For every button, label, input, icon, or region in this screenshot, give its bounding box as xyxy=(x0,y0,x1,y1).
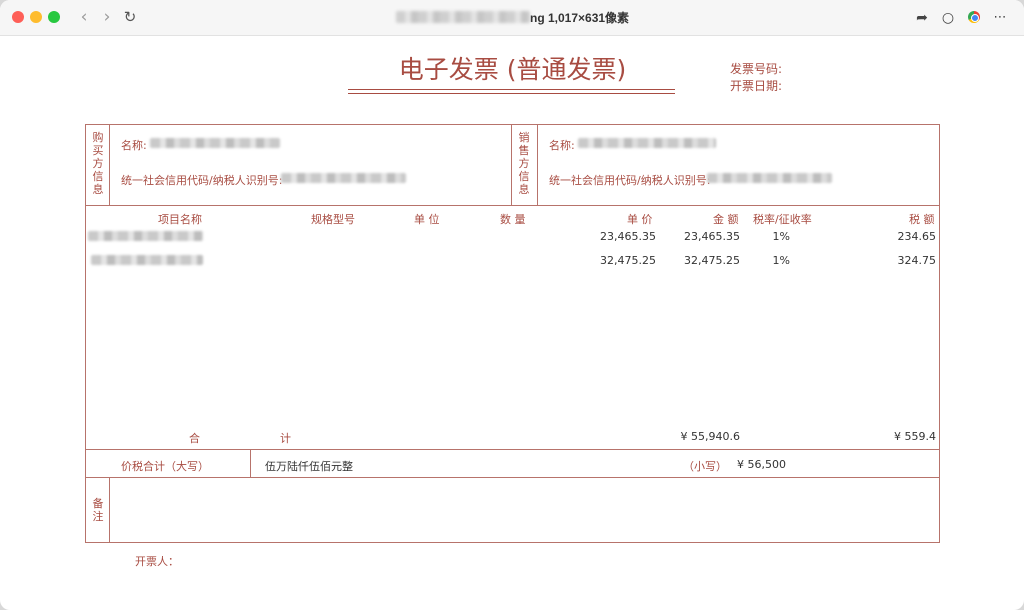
grand-total-words: 伍万陆仟伍佰元整 xyxy=(265,460,353,473)
row-1-rate: 1% xyxy=(772,230,790,243)
col-header-qty: 数 量 xyxy=(500,213,526,226)
grand-total-small-value: ¥ 56,500 xyxy=(737,458,786,471)
chrome-icon[interactable] xyxy=(964,8,984,28)
col-header-tax: 税 额 xyxy=(909,213,935,226)
more-options-icon[interactable]: ⋯ xyxy=(990,8,1010,28)
grand-total-label: 价税合计（大写） xyxy=(121,460,209,473)
row-1-item-redacted xyxy=(88,231,203,241)
share-icon[interactable]: ➦ xyxy=(912,8,932,28)
invoice-title: 电子发票 (普通发票) xyxy=(398,55,627,84)
col-header-rate: 税率/征收率 xyxy=(753,213,812,226)
forward-arrow-icon[interactable]: › xyxy=(97,7,117,27)
totals-bottom-line xyxy=(85,449,940,450)
seller-tax-id-redacted xyxy=(707,173,832,183)
col-header-price: 单 价 xyxy=(627,213,653,226)
row-2-price: 32,475.25 xyxy=(600,254,656,267)
row-1-amount: 23,465.35 xyxy=(684,230,740,243)
buyer-name-label: 名称: xyxy=(121,139,147,152)
seller-name-label: 名称: xyxy=(549,139,575,152)
minimize-window-button[interactable] xyxy=(30,11,42,23)
row-2-tax: 324.75 xyxy=(897,254,937,267)
col-header-spec: 规格型号 xyxy=(311,213,355,226)
buyer-name-redacted xyxy=(150,138,280,148)
back-arrow-icon[interactable]: ‹ xyxy=(74,7,94,27)
grand-total-bottom-line xyxy=(85,477,940,478)
issuer-label: 开票人： xyxy=(135,555,179,568)
seller-label-divider xyxy=(537,124,538,205)
total-amount: ¥ 55,940.6 xyxy=(680,430,740,443)
invoice-number-label: 发票号码: xyxy=(730,62,783,76)
col-header-amount: 金 额 xyxy=(713,213,739,226)
col-header-item: 项目名称 xyxy=(158,213,202,226)
seller-name-redacted xyxy=(578,138,716,148)
window-title: ng 1,017×631像素 xyxy=(530,11,630,25)
buyer-tax-id-label: 统一社会信用代码/纳税人识别号: xyxy=(121,174,283,187)
row-2-item-redacted xyxy=(91,255,203,265)
close-window-button[interactable] xyxy=(12,11,24,23)
party-bottom-line xyxy=(85,205,940,206)
zoom-window-button[interactable] xyxy=(48,11,60,23)
row-2-rate: 1% xyxy=(772,254,790,267)
blurred-title-prefix xyxy=(396,11,530,23)
browser-window: ‹ › ↻ ng 1,017×631像素 ➦ ○ ⋯ 电子发票 (普通发票) 发… xyxy=(0,0,1024,610)
grand-total-small-label: （小写） xyxy=(683,460,727,473)
issue-date-label: 开票日期: xyxy=(730,79,783,93)
buyer-info-vertical-label: 购 买 方 信 息 xyxy=(92,131,104,196)
title-underline xyxy=(348,89,675,90)
row-2-amount: 32,475.25 xyxy=(684,254,740,267)
row-1-price: 23,465.35 xyxy=(600,230,656,243)
party-divider xyxy=(511,124,512,205)
total-label-he: 合 xyxy=(189,432,200,445)
buyer-tax-id-redacted xyxy=(281,173,406,183)
title-underline-2 xyxy=(348,93,675,94)
grand-total-divider xyxy=(250,449,251,477)
seller-tax-id-label: 统一社会信用代码/纳税人识别号: xyxy=(549,174,711,187)
total-tax: ¥ 559.4 xyxy=(894,430,936,443)
remarks-divider xyxy=(109,477,110,543)
reload-icon[interactable]: ↻ xyxy=(120,7,140,27)
col-header-unit: 单 位 xyxy=(414,213,440,226)
row-1-tax: 234.65 xyxy=(897,230,937,243)
seller-info-vertical-label: 销 售 方 信 息 xyxy=(518,131,530,196)
chat-icon[interactable]: ○ xyxy=(938,8,958,28)
title-bar: ‹ › ↻ ng 1,017×631像素 ➦ ○ ⋯ xyxy=(0,0,1024,36)
remarks-vertical-label: 备 注 xyxy=(92,497,104,523)
buyer-label-divider xyxy=(109,124,110,205)
total-label-ji: 计 xyxy=(280,432,291,445)
